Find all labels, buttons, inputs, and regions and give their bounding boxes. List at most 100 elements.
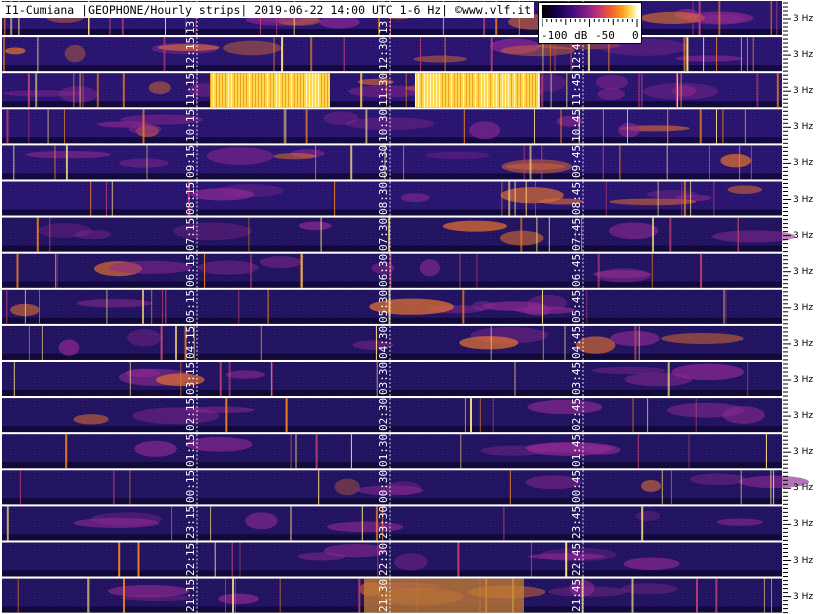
activity-blob (119, 158, 169, 168)
time-label: 11:45 (570, 73, 583, 107)
saturated-line (285, 73, 286, 108)
activity-blob (73, 517, 160, 529)
time-label: 07:15 (184, 217, 197, 251)
impulse-spike (602, 109, 604, 144)
activity-blob (245, 512, 278, 530)
impulse-spike (750, 145, 752, 180)
time-label: 01:30 (377, 434, 390, 468)
impulse-spike (525, 181, 527, 216)
impulse-spike (566, 73, 568, 108)
activity-blob (3, 90, 82, 97)
impulse-spike (652, 217, 654, 252)
saturated-line (484, 73, 485, 108)
impulse-spike (703, 37, 705, 72)
impulse-spike (718, 1, 721, 35)
saturated-line (502, 73, 503, 108)
impulse-spike (695, 398, 697, 433)
strip-low-band (2, 245, 782, 252)
impulse-spike (530, 542, 532, 577)
activity-blob (393, 553, 428, 571)
activity-blob (459, 336, 519, 350)
saturated-line (490, 73, 491, 108)
impulse-spike (746, 37, 748, 72)
saturated-line (324, 73, 325, 108)
saturated-line (312, 73, 313, 108)
saturated-line (535, 73, 536, 108)
impulse-spike (770, 1, 772, 35)
impulse-spike (698, 1, 701, 35)
activity-blob (25, 150, 112, 159)
saturated-line (291, 73, 292, 108)
activity-blob (323, 111, 359, 126)
strip-low-band (2, 281, 782, 288)
impulse-spike (96, 73, 99, 108)
impulse-spike (267, 289, 269, 324)
activity-blob (527, 399, 603, 415)
frequency-label: 3 Hz (793, 375, 814, 385)
impulse-spike (479, 398, 481, 433)
color-scale-legend: -100 dB -50 0 (538, 2, 642, 44)
saturated-line (252, 73, 253, 108)
impulse-spike (535, 181, 536, 216)
activity-blob (134, 440, 177, 457)
impulse-spike (632, 398, 634, 433)
impulse-spike (508, 181, 511, 216)
impulse-spike (770, 470, 772, 505)
time-label: 06:30 (377, 253, 390, 287)
saturated-line (505, 73, 506, 108)
impulse-spike (420, 37, 421, 72)
frequency-label: 3 Hz (793, 302, 814, 313)
saturated-line (424, 73, 425, 108)
impulse-spike (79, 73, 81, 108)
saturated-line (451, 73, 452, 108)
saturated-line (258, 73, 259, 108)
saturated-line (282, 73, 283, 108)
saturated-line (321, 73, 322, 108)
impulse-spike (688, 434, 690, 469)
impulse-spike (602, 145, 604, 180)
saturated-line (436, 73, 437, 108)
impulse-spike (225, 578, 226, 613)
strip-low-band (2, 353, 782, 360)
activity-blob (206, 147, 274, 165)
impulse-spike (65, 145, 68, 180)
impulse-spike (106, 289, 108, 324)
impulse-spike (716, 37, 718, 72)
impulse-spike (27, 73, 30, 108)
impulse-spike (520, 217, 523, 252)
impulse-spike (405, 73, 407, 108)
impulse-spike (358, 578, 361, 613)
impulse-spike (747, 362, 749, 396)
impulse-spike (315, 434, 318, 469)
impulse-spike (737, 217, 739, 252)
impulse-spike (463, 109, 465, 144)
impulse-spike (13, 145, 15, 180)
impulse-spike (470, 398, 472, 433)
impulse-spike (162, 289, 163, 324)
impulse-spike (65, 434, 68, 469)
time-label: 07:30 (377, 217, 390, 251)
hourly-strip (2, 325, 791, 361)
impulse-spike (310, 37, 313, 72)
impulse-spike (28, 325, 30, 360)
saturated-line (475, 73, 476, 108)
time-label: 09:15 (184, 145, 197, 179)
impulse-spike (290, 506, 292, 541)
time-label: 21:30 (377, 578, 390, 612)
impulse-spike (151, 289, 153, 324)
activity-blob (618, 122, 640, 138)
time-label: 08:30 (377, 181, 390, 215)
frequency-label: 3 Hz (793, 447, 814, 458)
impulse-spike (403, 145, 405, 180)
impulse-spike (565, 542, 568, 577)
time-label: 22:45 (570, 542, 583, 576)
time-label: 07:45 (570, 217, 583, 251)
impulse-spike (523, 145, 525, 180)
impulse-spike (129, 470, 131, 505)
activity-blob (273, 153, 317, 160)
time-label: 04:30 (377, 325, 390, 359)
impulse-spike (534, 109, 535, 144)
impulse-spike (285, 109, 287, 144)
saturated-line (219, 73, 220, 108)
time-label: 22:30 (377, 542, 390, 576)
